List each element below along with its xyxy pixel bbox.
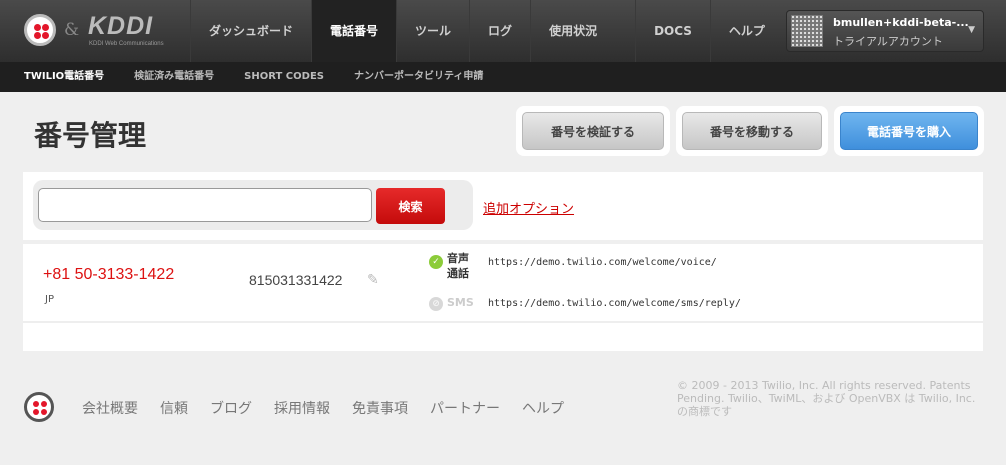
disabled-icon: ⊘ <box>429 297 443 311</box>
footer-links: 会社概要 信頼 ブログ 採用情報 免責事項 パートナー ヘルプ <box>82 398 586 418</box>
avatar <box>791 15 823 47</box>
nav-item-logs[interactable]: ログ <box>469 0 530 62</box>
nav-item-tools[interactable]: ツール <box>396 0 469 62</box>
table-row[interactable]: +81 50-3133-1422 JP 815031331422 ✎ ✓ 音声通… <box>23 244 983 323</box>
voice-url: https://demo.twilio.com/welcome/voice/ <box>488 257 717 268</box>
page-title: 番号管理 <box>34 119 147 152</box>
brand-ampersand: & <box>64 20 80 40</box>
subnav-item-twilio-numbers[interactable]: TWILIO電話番号 <box>0 62 119 92</box>
subnav-item-number-porting[interactable]: ナンバーポータビリティ申請 <box>339 62 498 92</box>
account-name: bmullen+kddi-beta-... <box>833 16 969 29</box>
friendly-name[interactable]: 815031331422 <box>249 272 342 288</box>
account-type: トライアルアカウント <box>833 35 943 48</box>
sms-label: SMS <box>447 296 474 309</box>
kddi-logo-subtitle: KDDI Web Communications <box>89 41 164 47</box>
sms-url: https://demo.twilio.com/welcome/sms/repl… <box>488 298 741 309</box>
sub-nav: TWILIO電話番号 検証済み電話番号 SHORT CODES ナンバーポータビ… <box>0 62 1006 92</box>
top-nav: & KDDI KDDI Web Communications ダッシュボード 電… <box>0 0 1006 62</box>
copyright-text: © 2009 - 2013 Twilio, Inc. All rights re… <box>677 379 976 418</box>
voice-label: 音声通話 <box>447 252 469 280</box>
nav-item-usage[interactable]: 使用状況 <box>530 0 615 62</box>
move-number-button[interactable]: 番号を移動する <box>682 112 822 150</box>
country-code: JP <box>45 294 54 305</box>
phone-number-link[interactable]: +81 50-3133-1422 <box>43 266 174 284</box>
nav-item-phone-numbers[interactable]: 電話番号 <box>311 0 397 62</box>
subnav-item-short-codes[interactable]: SHORT CODES <box>229 62 339 92</box>
buy-button-frame: 電話番号を購入 <box>834 106 984 156</box>
twilio-logo-icon[interactable] <box>24 14 56 46</box>
kddi-logo: KDDI <box>88 12 154 40</box>
main-nav: ダッシュボード 電話番号 ツール ログ 使用状況 DOCS ヘルプ <box>190 0 783 62</box>
account-menu[interactable]: bmullen+kddi-beta-... トライアルアカウント ▼ <box>786 10 984 52</box>
footer-link-partners[interactable]: パートナー <box>430 398 500 418</box>
chevron-down-icon: ▼ <box>968 25 975 35</box>
footer-link-blog[interactable]: ブログ <box>210 398 252 418</box>
nav-item-help[interactable]: ヘルプ <box>709 0 783 62</box>
check-icon: ✓ <box>429 255 443 269</box>
footer-link-trust[interactable]: 信頼 <box>160 398 188 418</box>
search-input[interactable] <box>38 188 372 222</box>
search-card: 検索 追加オプション <box>23 172 983 240</box>
nav-item-dashboard[interactable]: ダッシュボード <box>190 0 311 62</box>
verify-button-frame: 番号を検証する <box>516 106 670 156</box>
footer-link-disclaimer[interactable]: 免責事項 <box>352 398 408 418</box>
search-button[interactable]: 検索 <box>376 188 445 224</box>
nav-item-docs[interactable]: DOCS <box>635 0 710 62</box>
footer-link-jobs[interactable]: 採用情報 <box>274 398 330 418</box>
numbers-list: +81 50-3133-1422 JP 815031331422 ✎ ✓ 音声通… <box>23 244 983 351</box>
pencil-icon[interactable]: ✎ <box>367 272 379 288</box>
move-button-frame: 番号を移動する <box>676 106 828 156</box>
more-options-link[interactable]: 追加オプション <box>483 198 574 217</box>
twilio-logo-icon[interactable] <box>24 392 54 422</box>
verify-number-button[interactable]: 番号を検証する <box>522 112 664 150</box>
footer-link-about[interactable]: 会社概要 <box>82 398 138 418</box>
subnav-item-verified-numbers[interactable]: 検証済み電話番号 <box>119 62 229 92</box>
footer-link-help[interactable]: ヘルプ <box>522 398 564 418</box>
buy-number-button[interactable]: 電話番号を購入 <box>840 112 978 150</box>
